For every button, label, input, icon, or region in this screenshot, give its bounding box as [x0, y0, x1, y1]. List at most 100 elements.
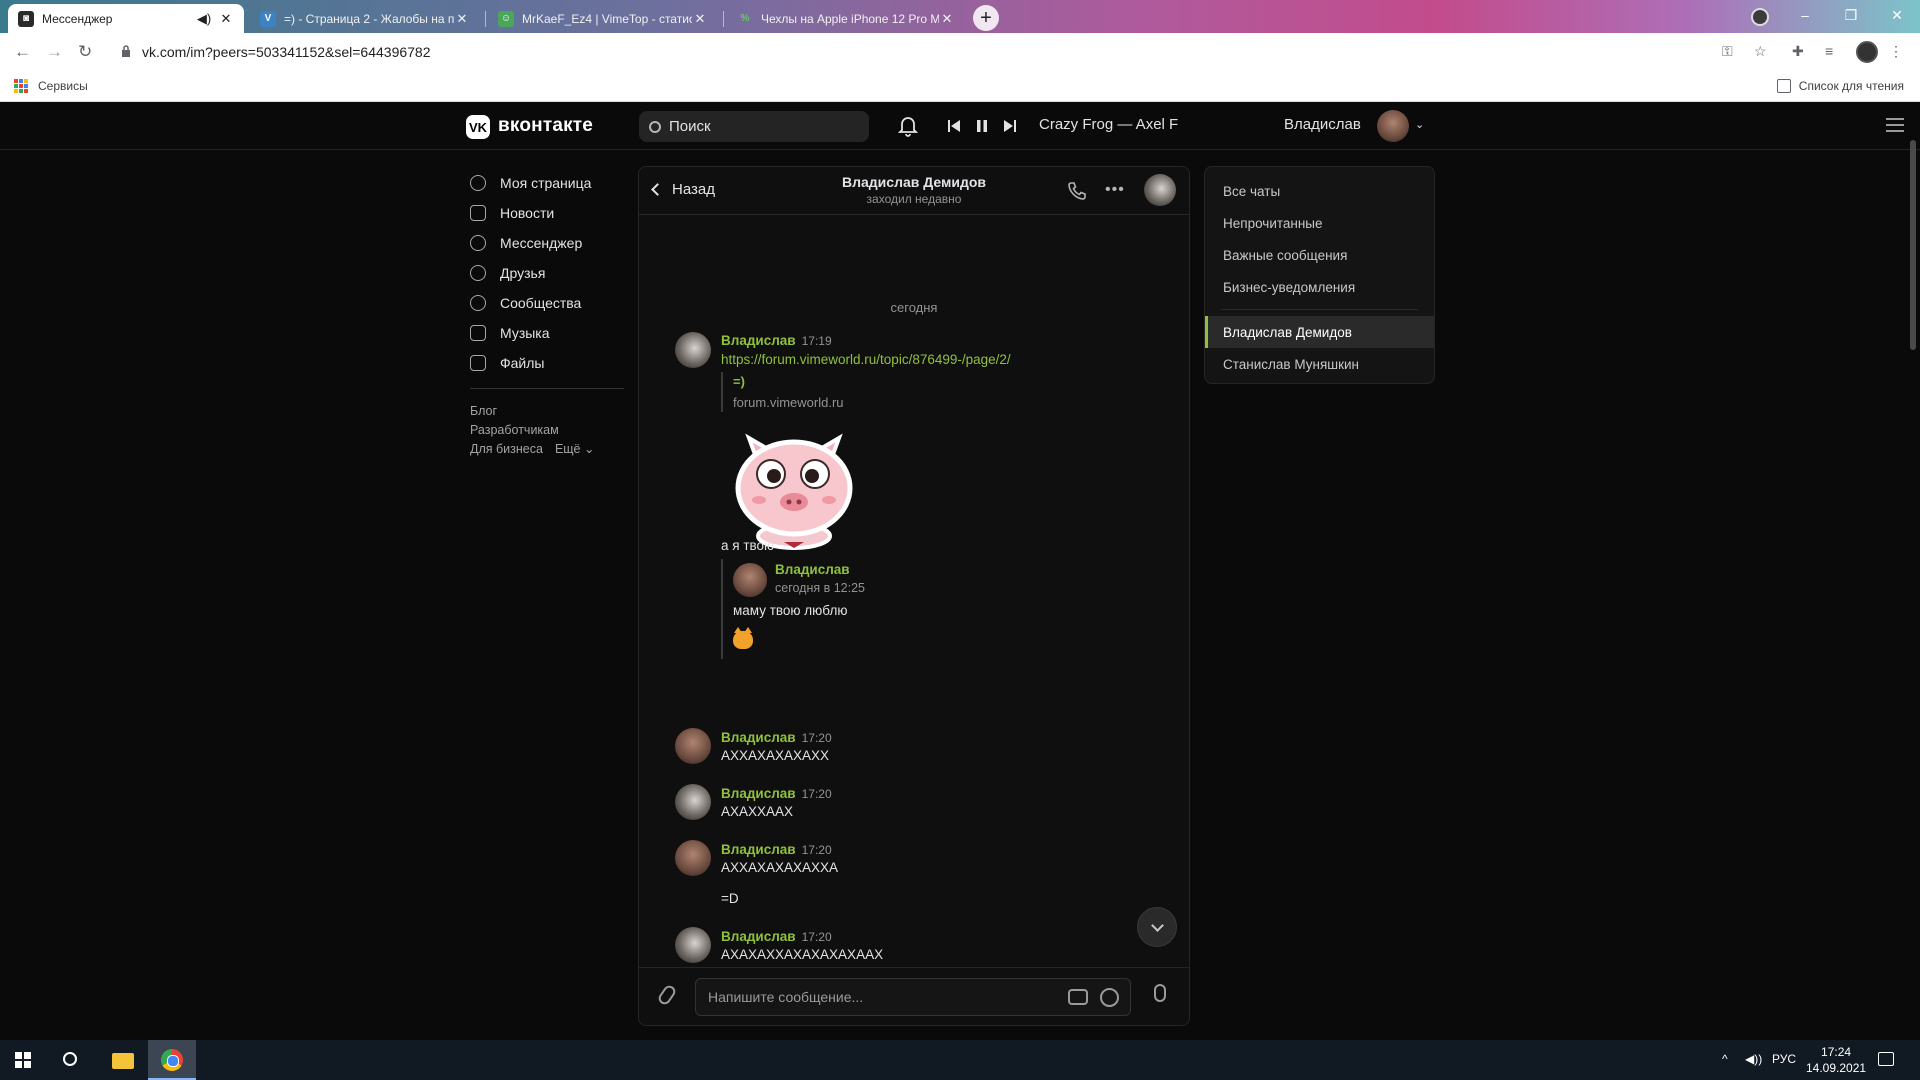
back-arrow-icon[interactable]: ← — [14, 42, 31, 62]
phone-icon[interactable] — [1067, 181, 1087, 201]
emoji-icon[interactable] — [1100, 988, 1119, 1007]
footer-link-more[interactable]: Ещё ⌄ — [555, 441, 595, 456]
filter-all-chats[interactable]: Все чаты — [1205, 175, 1434, 207]
tab-vimeworld[interactable]: V =) - Страница 2 - Жалобы на пс ✕ — [250, 4, 480, 33]
header-avatar[interactable] — [1377, 110, 1409, 142]
message-avatar[interactable] — [675, 332, 711, 368]
new-tab-button[interactable]: + — [972, 5, 1000, 31]
pig-sticker[interactable] — [729, 430, 859, 555]
forward-arrow-icon[interactable]: → — [46, 42, 63, 62]
menu-dots-icon[interactable]: ⋮ — [1889, 43, 1903, 60]
author-name[interactable]: Владислав — [721, 333, 796, 348]
attachment-title[interactable]: =) — [733, 374, 745, 389]
apps-bookmark[interactable]: Сервисы — [38, 79, 88, 93]
windows-start-icon[interactable] — [15, 1052, 31, 1068]
author-name[interactable]: Владислав — [721, 842, 796, 857]
nav-item-music[interactable]: Музыка — [470, 318, 640, 348]
tab-vimetop[interactable]: ☺ MrKaeF_Ez4 | VimeTop - статисти ✕ — [488, 4, 718, 33]
microphone-icon[interactable] — [1154, 984, 1166, 1002]
bookmark-star-icon[interactable]: ☆ — [1754, 43, 1767, 60]
address-bar: ← → ↻ vk.com/im?peers=503341152&sel=6443… — [0, 33, 1920, 71]
close-tab-icon[interactable]: ✕ — [218, 11, 234, 27]
message-avatar[interactable] — [675, 840, 711, 876]
reply-author[interactable]: Владислав — [775, 562, 850, 577]
close-tab-icon[interactable]: ✕ — [939, 11, 955, 27]
tray-chevron-icon[interactable]: ^ — [1722, 1052, 1728, 1066]
message-input[interactable] — [708, 989, 1048, 1005]
author-name[interactable]: Владислав — [721, 929, 796, 944]
message-link[interactable]: https://forum.vimeworld.ru/topic/876499-… — [721, 352, 1011, 367]
next-track-icon[interactable] — [1003, 119, 1017, 133]
pause-icon[interactable] — [975, 119, 989, 133]
key-icon[interactable]: ⚿ — [1722, 43, 1733, 60]
bell-icon[interactable] — [898, 115, 918, 137]
peer-avatar[interactable] — [1144, 174, 1176, 206]
download-icon[interactable] — [1751, 8, 1769, 26]
now-playing-track[interactable]: Crazy Frog — Axel F — [1039, 116, 1178, 133]
speaker-icon[interactable]: ◀) — [196, 11, 212, 27]
volume-icon[interactable]: ◀)) — [1745, 1052, 1762, 1066]
footer-link-business[interactable]: Для бизнеса — [470, 442, 543, 456]
search-input[interactable] — [669, 118, 849, 135]
footer-link-developers[interactable]: Разработчикам — [470, 423, 559, 437]
chevron-down-icon[interactable]: ⌄ — [1415, 118, 1424, 131]
message-time: 17:19 — [801, 334, 832, 348]
url-field[interactable]: vk.com/im?peers=503341152&sel=644396782 — [142, 44, 431, 60]
notification-icon[interactable] — [1878, 1052, 1894, 1066]
tab-messenger[interactable]: ◙ Мессенджер ◀) ✕ — [8, 4, 244, 33]
filter-business[interactable]: Бизнес-уведомления — [1205, 271, 1434, 303]
page-scrollbar[interactable] — [1910, 140, 1916, 350]
extensions-icon[interactable]: ✚ — [1792, 43, 1804, 60]
nav-item-friends[interactable]: Друзья — [470, 258, 640, 288]
author-name[interactable]: Владислав — [721, 730, 796, 745]
tab-shop[interactable]: % Чехлы на Apple iPhone 12 Pro M ✕ — [727, 4, 965, 33]
message-author[interactable]: Владислав 17:20 — [721, 842, 832, 857]
close-tab-icon[interactable]: ✕ — [692, 11, 708, 27]
message-text: АХАХХААХ — [721, 804, 794, 819]
file-explorer-icon[interactable] — [112, 1053, 134, 1069]
close-tab-icon[interactable]: ✕ — [454, 11, 470, 27]
author-name[interactable]: Владислав — [721, 786, 796, 801]
message-author[interactable]: Владислав 17:19 — [721, 333, 832, 348]
conversation-item-active[interactable]: Владислав Демидов — [1205, 316, 1434, 348]
reply-avatar[interactable] — [733, 563, 767, 597]
vk-logo-text[interactable]: вконтакте — [498, 115, 593, 137]
message-avatar[interactable] — [675, 927, 711, 963]
nav-item-files[interactable]: Файлы — [470, 348, 640, 378]
reading-list-button[interactable]: Список для чтения — [1799, 79, 1904, 93]
reload-icon[interactable]: ↻ — [78, 42, 92, 62]
profile-avatar[interactable] — [1856, 41, 1878, 63]
nav-item-messenger[interactable]: Мессенджер — [470, 228, 640, 258]
message-author[interactable]: Владислав 17:20 — [721, 929, 832, 944]
header-user-name[interactable]: Владислав — [1284, 116, 1361, 133]
message-avatar[interactable] — [675, 728, 711, 764]
camera-icon[interactable] — [1068, 989, 1088, 1005]
chrome-taskbar-button[interactable] — [148, 1040, 196, 1080]
language-indicator[interactable]: РУС — [1772, 1052, 1796, 1066]
minimize-button[interactable]: – — [1782, 0, 1828, 30]
settings-sliders-icon[interactable] — [1886, 118, 1904, 134]
paperclip-icon[interactable] — [656, 983, 678, 1007]
apps-grid-icon[interactable] — [14, 79, 28, 93]
media-control-icon[interactable]: ≡ — [1825, 43, 1833, 59]
vk-logo-icon[interactable]: VK — [466, 115, 490, 139]
search-icon[interactable] — [63, 1052, 77, 1066]
scroll-down-button[interactable] — [1137, 907, 1177, 947]
message-author[interactable]: Владислав 17:20 — [721, 786, 832, 801]
taskbar-clock[interactable]: 17:24 14.09.2021 — [1806, 1044, 1866, 1076]
reply-time: сегодня в 12:25 — [775, 581, 865, 595]
previous-track-icon[interactable] — [947, 119, 961, 133]
conversation-item[interactable]: Станислав Муняшкин — [1205, 348, 1434, 380]
attachment-domain[interactable]: forum.vimeworld.ru — [733, 395, 844, 410]
nav-item-communities[interactable]: Сообщества — [470, 288, 640, 318]
restore-button[interactable]: ❐ — [1828, 0, 1874, 30]
footer-link-blog[interactable]: Блог — [470, 404, 497, 418]
message-avatar[interactable] — [675, 784, 711, 820]
more-options-icon[interactable]: ••• — [1105, 181, 1125, 199]
nav-item-news[interactable]: Новости — [470, 198, 640, 228]
filter-important[interactable]: Важные сообщения — [1205, 239, 1434, 271]
close-window-button[interactable]: ✕ — [1874, 0, 1920, 30]
message-author[interactable]: Владислав 17:20 — [721, 730, 832, 745]
nav-item-my-page[interactable]: Моя страница — [470, 168, 640, 198]
filter-unread[interactable]: Непрочитанные — [1205, 207, 1434, 239]
